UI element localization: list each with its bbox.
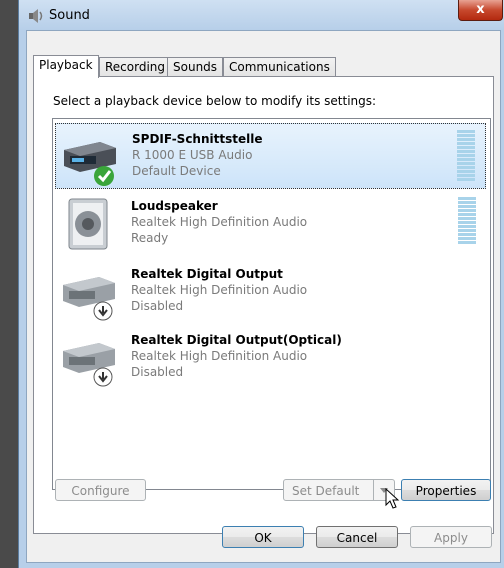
device-status: Disabled — [131, 299, 184, 313]
volume-meter — [458, 197, 476, 245]
device-driver: Realtek High Definition Audio — [131, 349, 308, 363]
apply-button[interactable]: Apply — [410, 526, 492, 548]
device-driver: Realtek High Definition Audio — [131, 283, 308, 297]
speaker-icon — [29, 9, 43, 23]
tab-playback[interactable]: Playback — [33, 55, 99, 78]
properties-button[interactable]: Properties — [401, 479, 491, 501]
device-name: Realtek Digital Output — [131, 267, 283, 281]
device-item-loudspeaker[interactable]: Loudspeaker Realtek High Definition Audi… — [55, 191, 486, 257]
ok-button[interactable]: OK — [222, 526, 304, 548]
speaker-icon — [68, 198, 108, 250]
close-button[interactable]: x — [458, 0, 503, 21]
device-list[interactable]: SPDIF-Schnittstelle R 1000 E USB Audio D… — [52, 118, 491, 490]
digital-output-icon — [63, 343, 115, 387]
device-item-realtek-optical[interactable]: Realtek Digital Output(Optical) Realtek … — [55, 325, 486, 391]
digital-output-icon — [64, 142, 116, 186]
device-name: Loudspeaker — [131, 199, 218, 213]
configure-button[interactable]: Configure — [55, 479, 146, 501]
tab-recording[interactable]: Recording — [99, 57, 172, 77]
background-strip — [0, 0, 18, 568]
title-bar[interactable]: Sound x — [19, 0, 504, 30]
device-status: Ready — [131, 231, 169, 245]
window-title: Sound — [49, 8, 90, 23]
instruction-text: Select a playback device below to modify… — [53, 94, 377, 108]
mouse-cursor-icon — [385, 488, 400, 509]
tab-sounds[interactable]: Sounds — [167, 57, 224, 77]
device-status: Default Device — [132, 164, 221, 178]
device-name: SPDIF-Schnittstelle — [132, 132, 263, 146]
device-driver: R 1000 E USB Audio — [132, 148, 253, 162]
set-default-button[interactable]: Set Default — [283, 479, 395, 501]
sound-dialog: Sound x Playback Recording Sounds Commun… — [0, 0, 504, 568]
device-driver: Realtek High Definition Audio — [131, 215, 308, 229]
device-status: Disabled — [131, 365, 184, 379]
set-default-label: Set Default — [292, 484, 360, 498]
volume-meter — [457, 130, 475, 182]
cancel-button[interactable]: Cancel — [316, 526, 398, 548]
tab-communications[interactable]: Communications — [223, 57, 336, 77]
check-badge — [94, 166, 114, 186]
device-name: Realtek Digital Output(Optical) — [131, 333, 342, 347]
device-item-spdif[interactable]: SPDIF-Schnittstelle R 1000 E USB Audio D… — [55, 123, 486, 189]
digital-output-icon — [63, 277, 115, 321]
device-item-realtek-digital[interactable]: Realtek Digital Output Realtek High Defi… — [55, 259, 486, 325]
